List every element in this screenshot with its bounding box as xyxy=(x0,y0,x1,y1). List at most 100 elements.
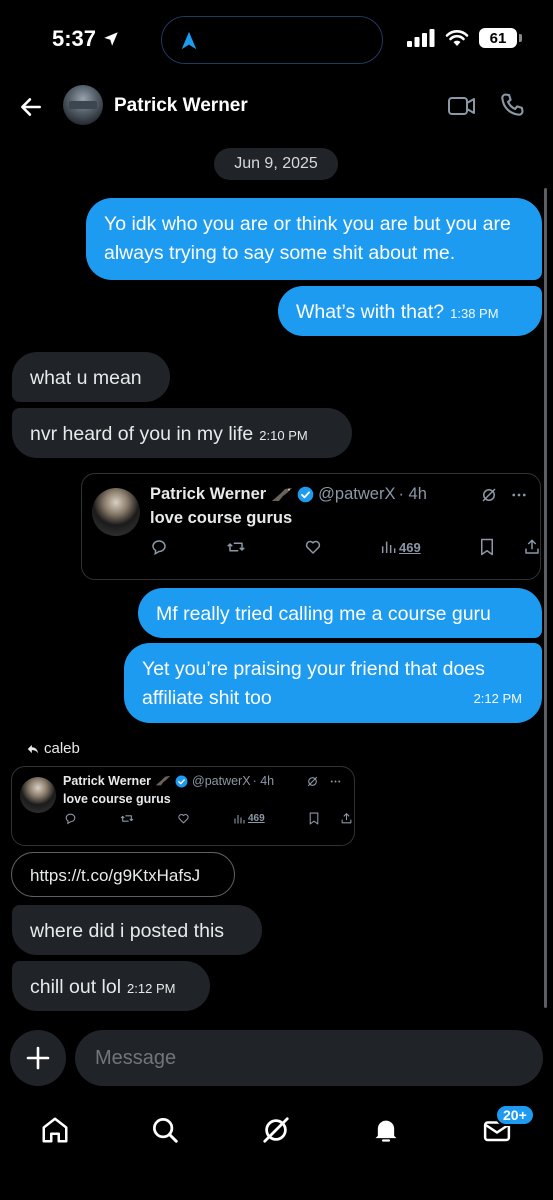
message-text: What’s with that? xyxy=(296,301,445,323)
post-author-avatar xyxy=(92,488,140,536)
repost-icon xyxy=(227,542,245,552)
contact-name[interactable]: Patrick Werner xyxy=(114,95,248,117)
message-bubble-received[interactable]: chill out lol 2:12 PM xyxy=(12,961,210,1011)
message-input[interactable] xyxy=(75,1030,543,1086)
reply-icon xyxy=(152,540,166,556)
message-bubble-sent[interactable]: Mf really tried calling me a course guru xyxy=(138,588,542,638)
scrollbar[interactable] xyxy=(544,188,547,1008)
message-text: Mf really tried calling me a course guru xyxy=(156,603,491,625)
navigation-arrow-icon xyxy=(181,31,197,50)
message-timestamp: 2:12 PM xyxy=(127,981,176,996)
hawk-emoji-icon xyxy=(155,775,171,786)
message-bubble-sent[interactable]: Yet you’re praising your friend that doe… xyxy=(124,643,542,723)
cellular-signal-icon xyxy=(407,29,435,47)
message-timestamp: 2:10 PM xyxy=(259,428,308,443)
message-timestamp: 1:38 PM xyxy=(450,306,499,321)
post-author-handle: @patwerX xyxy=(192,774,251,788)
views-action[interactable]: 469 xyxy=(233,813,265,825)
views-chart-icon xyxy=(234,814,245,823)
message-text: Yo idk who you are or think you are but … xyxy=(104,213,511,264)
shared-post-card-quoted[interactable]: Patrick Werner @patwerX · 4h love course… xyxy=(11,766,355,846)
hawk-emoji-icon xyxy=(272,487,293,501)
grok-icon xyxy=(263,1117,289,1143)
message-timestamp: 2:12 PM xyxy=(473,691,522,706)
post-header: Patrick Werner @patwerX · 4h xyxy=(150,485,427,504)
bell-icon xyxy=(375,1120,397,1142)
back-button[interactable] xyxy=(16,92,46,122)
back-arrow-icon xyxy=(21,98,41,116)
message-bubble-received[interactable]: nvr heard of you in my life 2:10 PM xyxy=(12,408,352,458)
bookmark-action[interactable] xyxy=(308,812,320,825)
heart-icon xyxy=(178,814,189,824)
message-bubble-sent[interactable]: What’s with that? 1:38 PM xyxy=(278,286,542,336)
add-attachment-button[interactable] xyxy=(10,1030,66,1086)
link-text[interactable]: https://t.co/g9KtxHafsJ xyxy=(30,866,200,885)
phone-icon xyxy=(501,93,524,116)
bookmark-icon xyxy=(480,538,493,556)
message-bubble-sent[interactable]: Yo idk who you are or think you are but … xyxy=(86,198,542,280)
repost-icon xyxy=(120,815,134,822)
tab-home[interactable] xyxy=(35,1110,75,1150)
message-text: nvr heard of you in my life xyxy=(30,423,254,445)
message-text: Yet you’re praising your friend that doe… xyxy=(142,658,485,709)
views-count: 469 xyxy=(248,813,265,824)
post-text: love course gurus xyxy=(150,509,293,527)
views-chart-icon xyxy=(381,541,396,553)
video-camera-icon xyxy=(448,97,475,115)
share-icon xyxy=(524,539,539,554)
video-call-button[interactable] xyxy=(447,92,477,120)
tab-notifications[interactable] xyxy=(366,1110,406,1150)
link-bubble[interactable]: https://t.co/g9KtxHafsJ xyxy=(11,852,235,897)
message-bubble-received[interactable]: where did i posted this xyxy=(12,905,262,955)
contact-avatar[interactable] xyxy=(63,85,103,125)
like-action[interactable] xyxy=(177,812,190,825)
reply-indicator: caleb xyxy=(26,740,80,757)
share-action[interactable] xyxy=(340,812,353,825)
voice-call-button[interactable] xyxy=(498,91,528,121)
bookmark-action[interactable] xyxy=(479,538,495,556)
home-icon xyxy=(42,1117,68,1143)
shared-post-card[interactable]: Patrick Werner @patwerX · 4h love course… xyxy=(81,473,541,580)
search-icon xyxy=(153,1118,178,1143)
more-options-icon[interactable] xyxy=(329,775,342,788)
conversation-header: Patrick Werner xyxy=(0,82,553,130)
views-action[interactable]: 469 xyxy=(380,539,421,555)
like-action[interactable] xyxy=(304,538,322,556)
location-arrow-icon xyxy=(104,32,118,46)
verified-badge-icon xyxy=(175,775,188,787)
message-bubble-received[interactable]: what u mean xyxy=(12,352,170,402)
reply-action[interactable] xyxy=(64,812,77,825)
date-separator: Jun 9, 2025 xyxy=(214,148,338,180)
messages-unread-badge: 20+ xyxy=(495,1104,535,1126)
tab-search[interactable] xyxy=(145,1110,185,1150)
repost-action[interactable] xyxy=(226,538,246,556)
bookmark-icon xyxy=(309,812,319,825)
post-actions: 469 xyxy=(64,812,353,825)
status-time-text: 5:37 xyxy=(52,26,97,51)
share-action[interactable] xyxy=(523,538,540,556)
status-indicators: 61 xyxy=(407,28,522,48)
post-author-avatar xyxy=(20,777,56,813)
reply-icon xyxy=(65,813,76,825)
repost-action[interactable] xyxy=(120,812,134,825)
battery-level: 61 xyxy=(489,29,507,47)
grok-icon[interactable] xyxy=(480,486,498,504)
reply-to-name: caleb xyxy=(44,740,80,757)
post-actions: 469 xyxy=(150,538,539,556)
post-age: · 4h xyxy=(398,485,427,503)
grok-icon[interactable] xyxy=(306,775,319,788)
status-bar: 5:37 61 xyxy=(0,0,553,82)
plus-icon xyxy=(26,1046,50,1070)
more-options-icon[interactable] xyxy=(510,486,528,504)
message-text: chill out lol xyxy=(30,976,122,998)
post-author-name: Patrick Werner xyxy=(63,774,152,788)
heart-icon xyxy=(305,540,321,554)
tab-grok[interactable] xyxy=(256,1110,296,1150)
reply-arrow-icon xyxy=(27,744,39,754)
post-age: · 4h xyxy=(252,774,275,788)
post-corner-actions xyxy=(306,775,342,788)
post-text: love course gurus xyxy=(63,792,171,806)
message-text: what u mean xyxy=(30,367,142,389)
reply-action[interactable] xyxy=(150,538,168,556)
dynamic-island xyxy=(161,16,383,64)
